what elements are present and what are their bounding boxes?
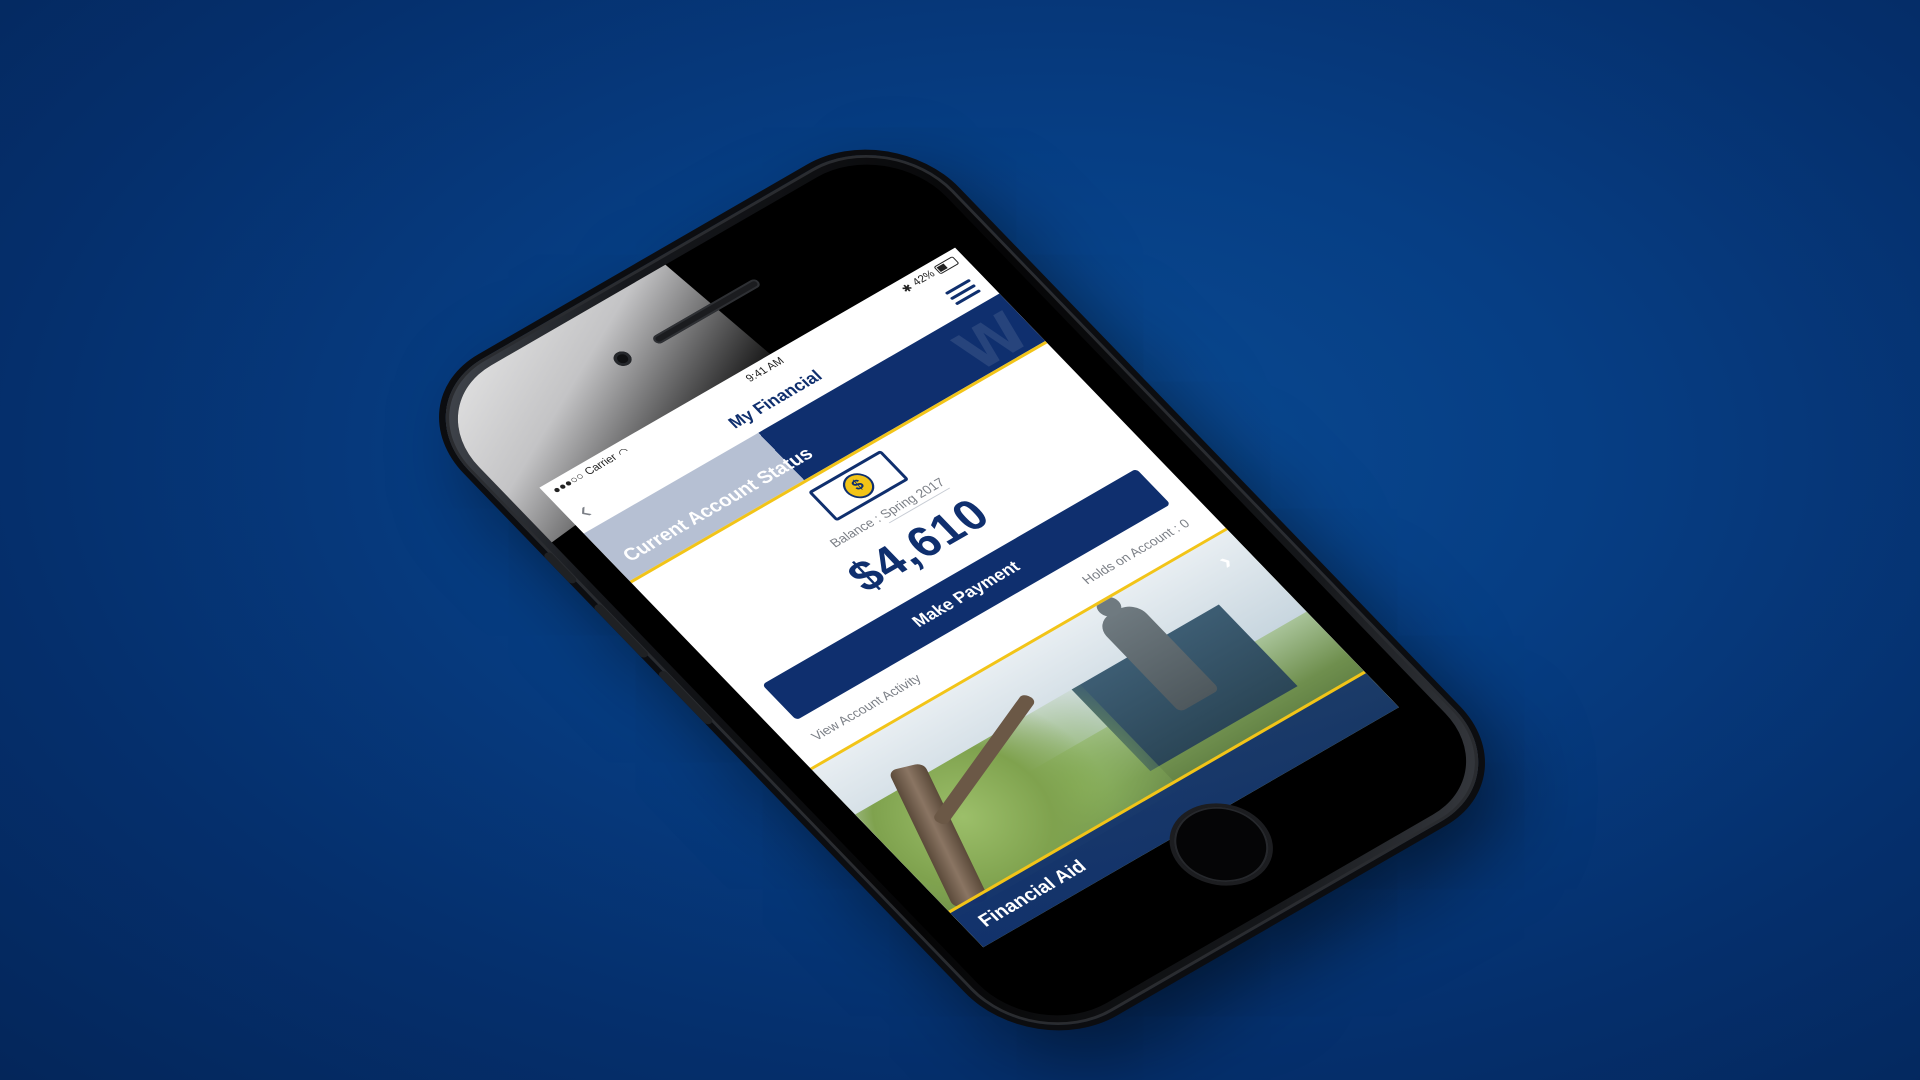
phone-front-glass: ●●●○○ Carrier ◠ 9:41 AM ✱ 42% ‹ My Finan… xyxy=(420,136,1504,1044)
dollar-coin-icon: $ xyxy=(839,470,878,501)
phone-device: ●●●○○ Carrier ◠ 9:41 AM ✱ 42% ‹ My Finan… xyxy=(404,123,1520,1057)
back-button[interactable]: ‹ xyxy=(569,491,610,524)
mockup-stage: ●●●○○ Carrier ◠ 9:41 AM ✱ 42% ‹ My Finan… xyxy=(0,0,1920,1080)
financial-aid-card[interactable]: › Financial Aid xyxy=(809,527,1399,948)
chevron-left-icon: ‹ xyxy=(569,497,599,524)
menu-button[interactable] xyxy=(944,278,981,306)
hamburger-line xyxy=(954,288,981,306)
